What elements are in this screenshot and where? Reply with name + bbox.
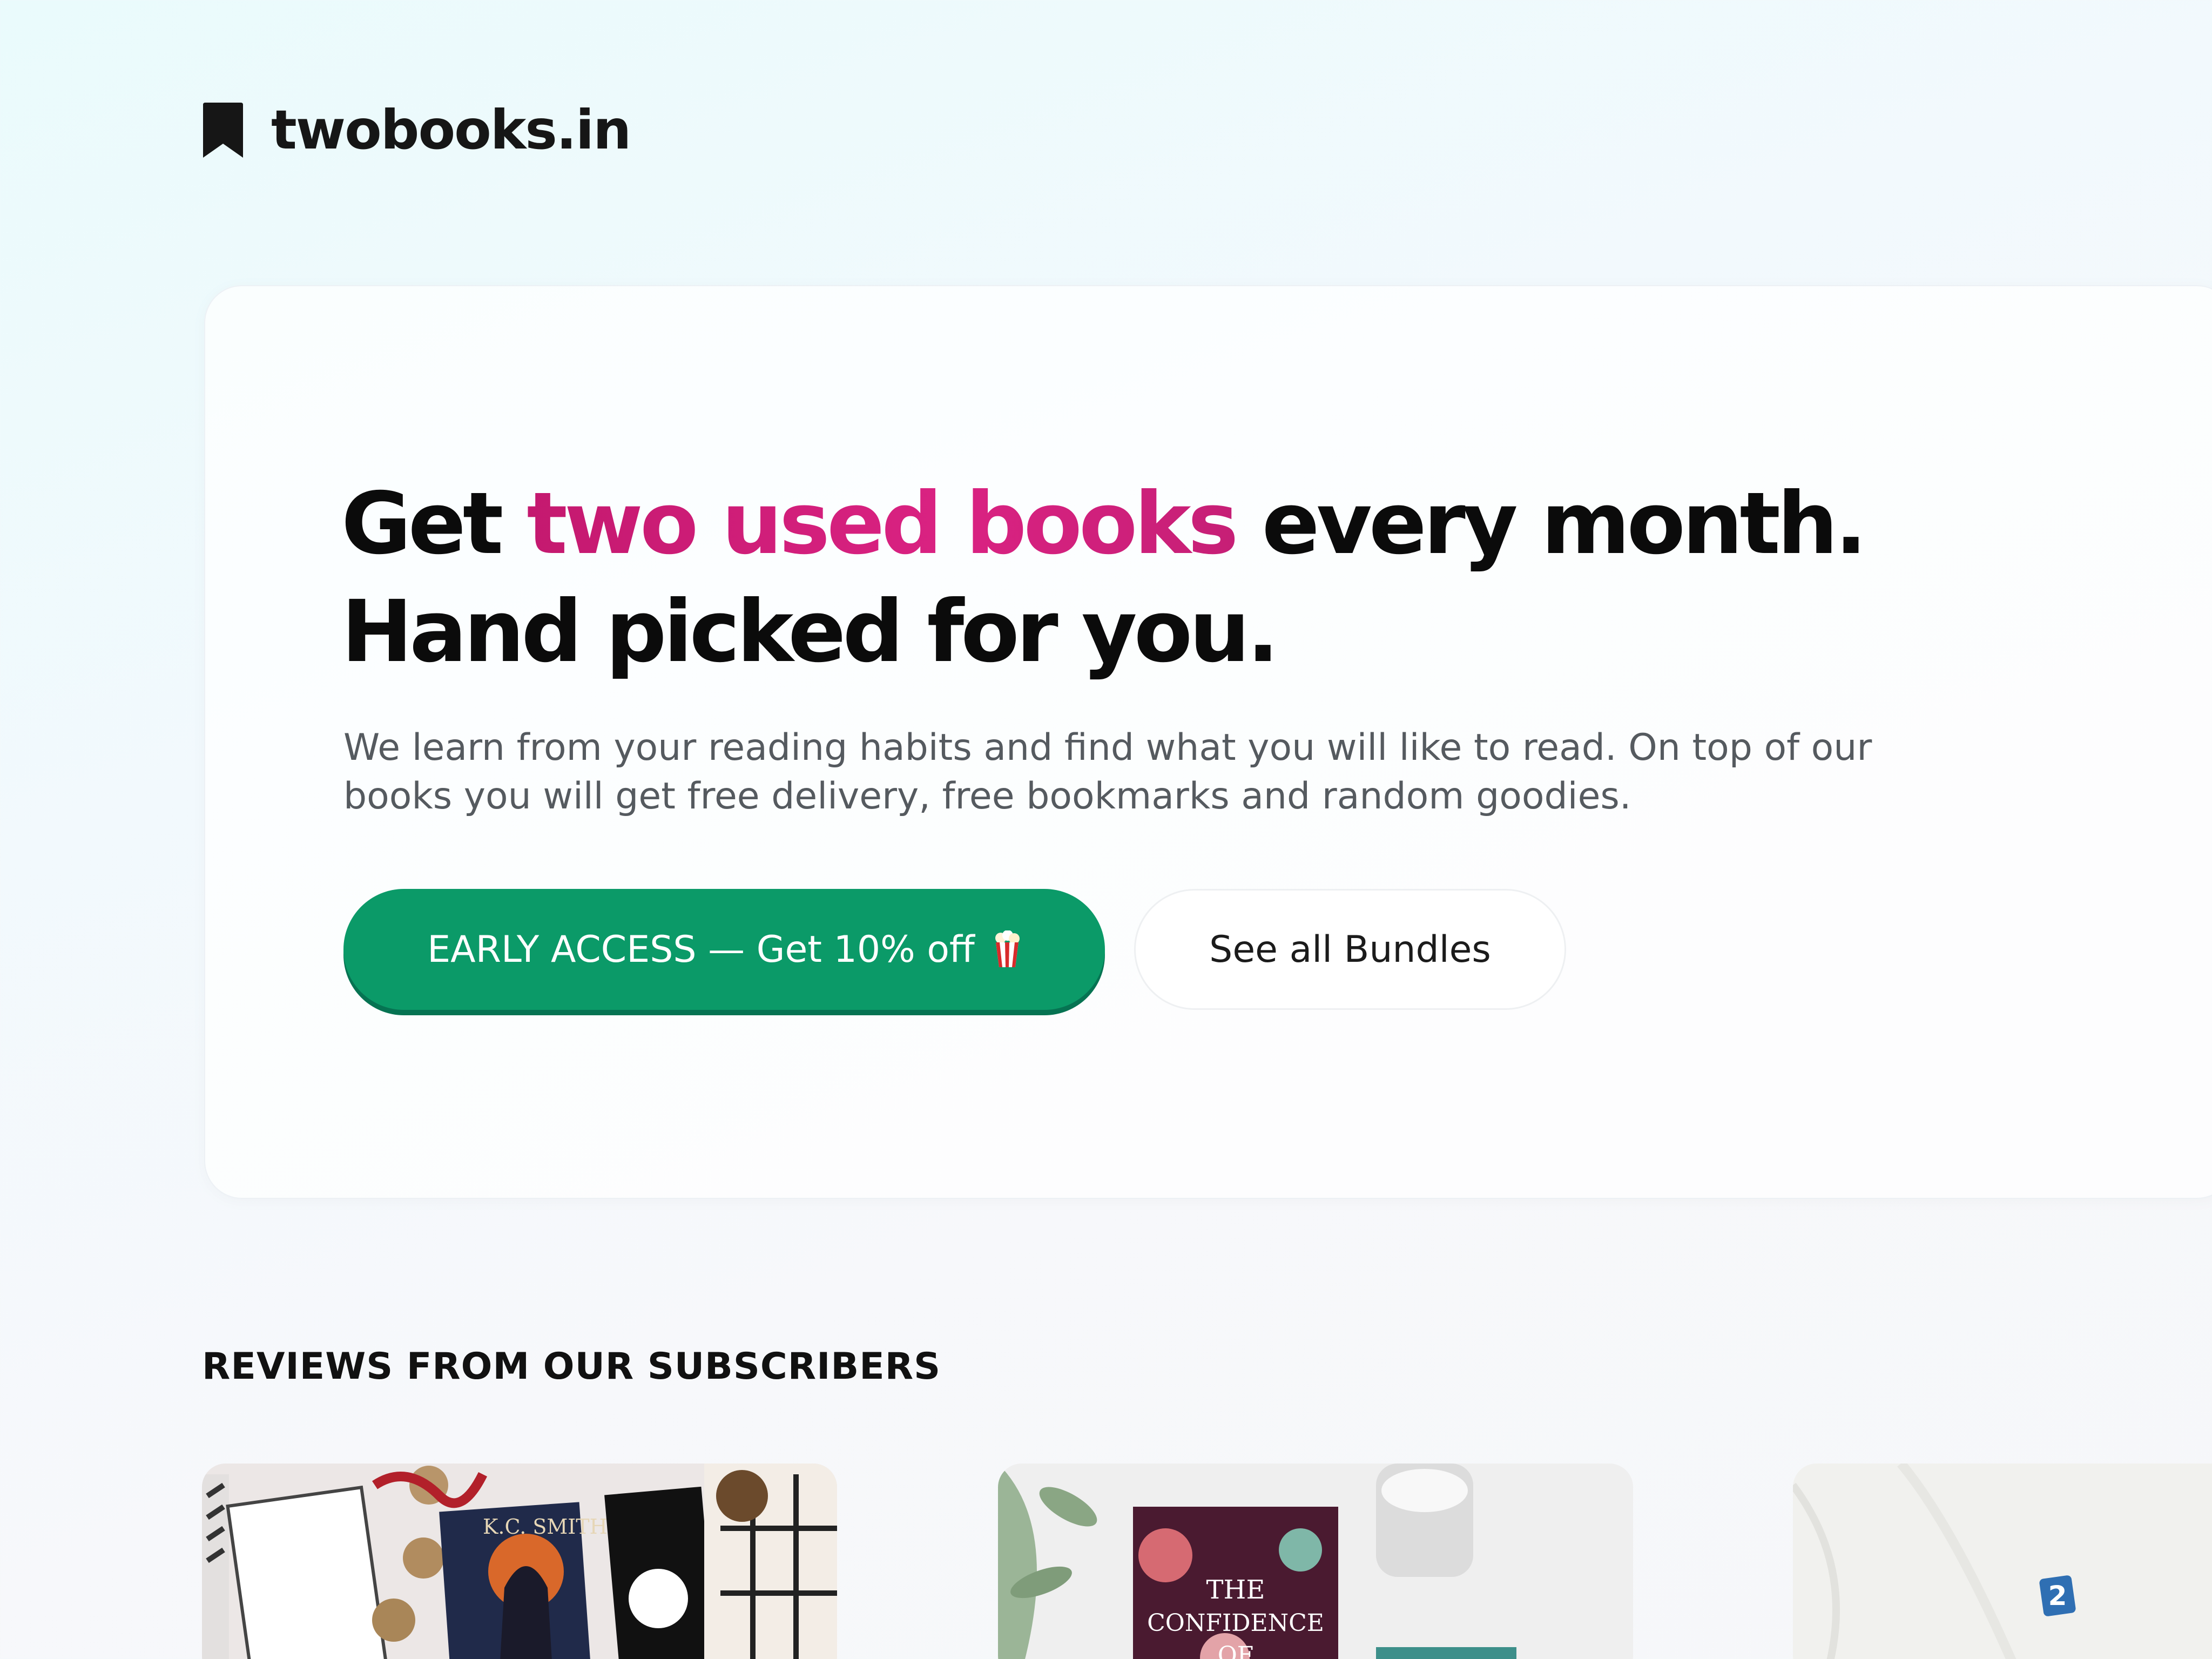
reviews-section-title: REVIEWS FROM OUR SUBSCRIBERS xyxy=(202,1345,941,1388)
review-photo-2-title-line3: OF xyxy=(1218,1642,1254,1659)
review-photo-1: K.C. SMITH xyxy=(202,1464,837,1659)
review-card-2[interactable]: THE CONFIDENCE OF xyxy=(998,1464,1633,1659)
hero-title-part2: every month. xyxy=(1235,474,1867,574)
review-card-3[interactable]: 2 xyxy=(1793,1464,2212,1659)
bookmark-icon xyxy=(203,103,243,158)
review-photo-3: 2 xyxy=(1793,1464,2212,1659)
popcorn-icon xyxy=(995,930,1020,967)
review-card-1[interactable]: K.C. SMITH xyxy=(202,1464,837,1659)
see-all-bundles-button[interactable]: See all Bundles xyxy=(1134,889,1566,1010)
review-photo-2: THE CONFIDENCE OF xyxy=(998,1464,1633,1659)
site-header: twobooks.in xyxy=(202,100,631,160)
hero-title-line2: Hand picked for you. xyxy=(341,582,1279,682)
review-photo-2-title-line1: THE xyxy=(1206,1575,1265,1605)
review-photo-2-title-line2: CONFIDENCE xyxy=(1147,1609,1324,1637)
brand-logo-text[interactable]: twobooks.in xyxy=(271,100,631,160)
hero-title: Get two used books every month. Hand pick… xyxy=(341,470,1867,686)
hero-title-part1: Get xyxy=(341,474,527,574)
hero-subtitle: We learn from your reading habits and fi… xyxy=(343,726,1872,818)
hero-card: Get two used books every month. Hand pick… xyxy=(204,285,2212,1199)
early-access-button[interactable]: EARLY ACCESS — Get 10% off xyxy=(343,889,1105,1010)
review-photo-3-block-number: 2 xyxy=(2048,1580,2067,1611)
see-all-bundles-label: See all Bundles xyxy=(1209,928,1491,971)
hero-title-highlight: two used books xyxy=(527,474,1238,574)
review-photo-1-author: K.C. SMITH xyxy=(483,1515,608,1539)
early-access-button-label: EARLY ACCESS — Get 10% off xyxy=(427,928,975,971)
